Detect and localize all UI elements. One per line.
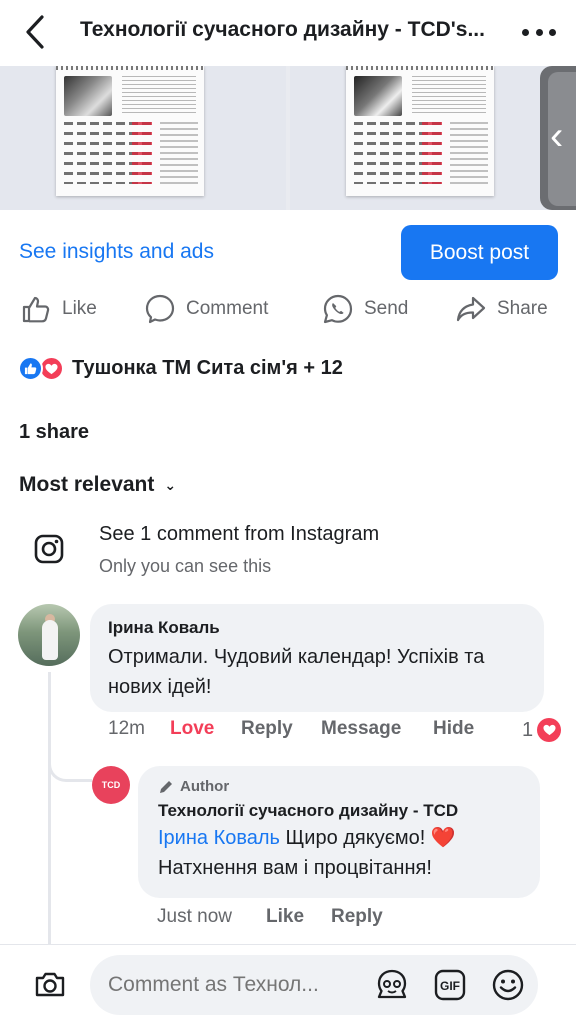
instagram-icon: [34, 534, 64, 564]
avatar-sticker-icon[interactable]: [374, 967, 410, 1003]
share-count[interactable]: 1 share: [19, 421, 89, 444]
reply-reply-button[interactable]: Reply: [331, 906, 383, 928]
share-label: Share: [497, 298, 548, 319]
reactions-names: Тушонка ТМ Сита сім'я + 12: [72, 357, 343, 379]
comment-author[interactable]: Ірина Коваль: [108, 618, 526, 638]
boost-post-button[interactable]: Boost post: [401, 225, 558, 280]
reply-time: Just now: [157, 906, 232, 927]
comment-button[interactable]: Comment: [144, 288, 268, 330]
comment-composer: GIF: [0, 944, 576, 1024]
back-arrow-icon[interactable]: [22, 14, 50, 50]
sort-label: Most relevant: [19, 473, 155, 496]
chevron-left-icon: ‹: [550, 114, 564, 158]
camera-icon[interactable]: [33, 967, 67, 1001]
emoji-icon[interactable]: [490, 967, 526, 1003]
author-badge: Author: [158, 778, 520, 795]
top-bar: Технології сучасного дизайну - TCD's...: [0, 0, 576, 66]
svg-text:GIF: GIF: [440, 979, 460, 993]
composer-icons: GIF: [374, 967, 526, 1003]
comment-sort-dropdown[interactable]: Most relevant ⌄: [19, 473, 176, 497]
calendar-image: [56, 66, 204, 196]
like-reaction-icon: [18, 356, 43, 381]
calendar-image: [346, 66, 494, 196]
page-avatar[interactable]: TCD: [92, 766, 130, 804]
like-button[interactable]: Like: [20, 288, 97, 330]
avatar-logo-text: TCD: [101, 780, 121, 790]
post-photos[interactable]: [0, 66, 576, 210]
thread-connector: [48, 720, 92, 782]
chevron-down-icon: ⌄: [164, 476, 177, 493]
reply-like-button[interactable]: Like: [266, 906, 304, 928]
send-button[interactable]: Send: [322, 288, 408, 330]
instagram-comments-link[interactable]: See 1 comment from Instagram: [99, 523, 379, 546]
whatsapp-icon: [323, 294, 353, 324]
share-arrow-icon: [456, 296, 486, 322]
page-title: Технології сучасного дизайну - TCD's...: [80, 18, 485, 41]
comment-time: 12m: [108, 718, 145, 739]
heart-icon: [537, 718, 562, 742]
gif-icon[interactable]: GIF: [432, 967, 468, 1003]
avatar[interactable]: [18, 604, 80, 666]
more-options-icon[interactable]: [522, 20, 556, 44]
reply-author[interactable]: Технології сучасного дизайну - TCD: [158, 801, 520, 821]
thread-line: [48, 672, 51, 944]
comment-text: Отримали. Чудовий календар! Успіхів та н…: [108, 646, 485, 698]
comment-bubble-icon: [145, 294, 175, 324]
reactions-summary[interactable]: Тушонка ТМ Сита сім'я + 12: [18, 356, 343, 381]
love-reaction-button[interactable]: Love: [170, 718, 214, 740]
side-panel-handle[interactable]: ‹: [540, 66, 576, 210]
comment-reaction-count[interactable]: 1: [522, 718, 562, 742]
mention-link[interactable]: Ірина Коваль: [158, 827, 280, 849]
message-button[interactable]: Message: [321, 718, 401, 740]
post-actions: Like Comment Send Share: [0, 288, 576, 330]
post-photo-1[interactable]: [0, 66, 286, 210]
pen-icon: [160, 780, 172, 793]
see-insights-link[interactable]: See insights and ads: [19, 240, 214, 264]
post-photo-2[interactable]: [290, 66, 576, 210]
instagram-visibility-note: Only you can see this: [99, 556, 272, 576]
share-button[interactable]: Share: [455, 288, 548, 330]
comment-label: Comment: [186, 298, 269, 319]
reply-bubble[interactable]: Author Технології сучасного дизайну - TC…: [138, 766, 540, 898]
reply-text: Ірина Коваль Щиро дякуємо! ❤️ Натхнення …: [158, 823, 520, 883]
thumbs-up-icon: [22, 296, 50, 323]
hide-button[interactable]: Hide: [433, 718, 474, 740]
author-badge-label: Author: [180, 778, 230, 795]
comment-bubble[interactable]: Ірина Коваль Отримали. Чудовий календар!…: [90, 604, 544, 712]
reaction-count: 1: [522, 718, 534, 741]
send-label: Send: [364, 298, 409, 319]
like-label: Like: [62, 298, 97, 319]
reply-button[interactable]: Reply: [241, 718, 293, 740]
